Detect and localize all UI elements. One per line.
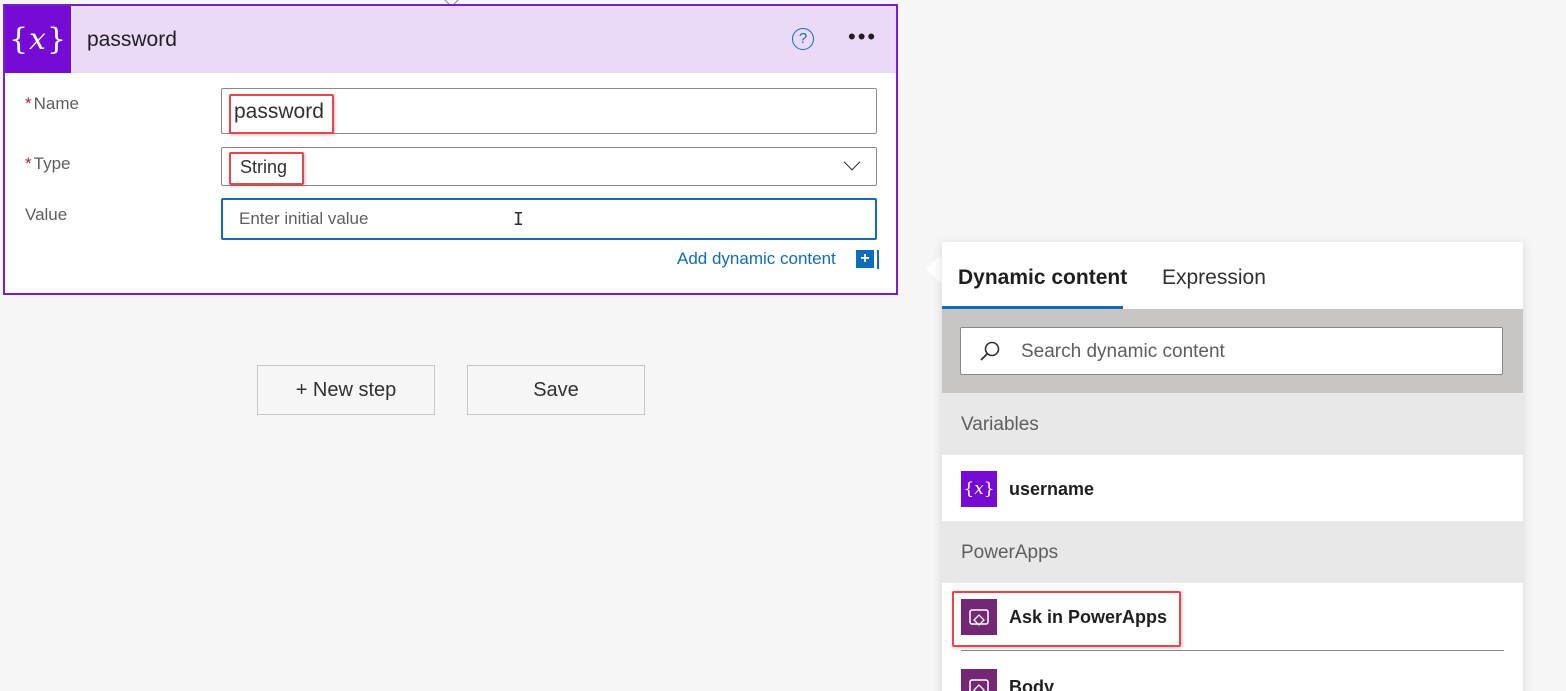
- add-icon[interactable]: +: [856, 250, 874, 268]
- add-dynamic-content-link[interactable]: Add dynamic content: [677, 249, 836, 269]
- list-item-username[interactable]: {x} username: [942, 455, 1523, 519]
- variable-icon: {x}: [961, 471, 997, 507]
- search-box[interactable]: [960, 327, 1503, 376]
- tab-expression[interactable]: Expression: [1162, 266, 1266, 290]
- help-icon[interactable]: ?: [792, 28, 814, 50]
- item-label: Body: [1009, 677, 1054, 691]
- list-item-body[interactable]: Body: [942, 653, 1523, 691]
- divider: [961, 650, 1504, 651]
- dynamic-content-panel: Dynamic content Expression Variables {x}…: [942, 242, 1523, 691]
- section-title: PowerApps: [961, 542, 1059, 563]
- text-cursor-icon: I: [513, 209, 524, 230]
- required-mark: *: [25, 154, 32, 173]
- item-label: Ask in PowerApps: [1009, 607, 1168, 627]
- powerapps-icon: [961, 669, 997, 691]
- search-area: [942, 309, 1523, 393]
- card-header[interactable]: {x} password ? •••: [5, 6, 896, 73]
- tab-dynamic-content[interactable]: Dynamic content: [958, 266, 1127, 290]
- value-field[interactable]: I: [221, 198, 877, 240]
- type-label-text: Type: [33, 154, 71, 173]
- variable-icon: {x}: [5, 6, 71, 73]
- item-label: username: [1009, 479, 1095, 499]
- value-label: Value: [25, 205, 68, 224]
- name-field-value: password: [234, 100, 324, 123]
- divider: [877, 250, 879, 269]
- section-header-variables[interactable]: Variables: [942, 393, 1523, 455]
- section-title: Variables: [961, 414, 1039, 435]
- more-options-icon[interactable]: •••: [848, 26, 877, 48]
- new-step-button[interactable]: + New step: [257, 365, 435, 415]
- value-input[interactable]: [223, 200, 875, 238]
- list-item-ask-in-powerapps[interactable]: Ask in PowerApps: [942, 583, 1523, 647]
- search-input[interactable]: [1019, 328, 1493, 376]
- powerapps-glyph: [969, 609, 989, 626]
- chevron-down-icon[interactable]: [843, 153, 861, 171]
- powerapps-glyph: [969, 679, 989, 691]
- flow-designer-canvas: {x} password ? ••• * Name password * Type …: [0, 0, 1566, 691]
- powerapps-icon: [961, 599, 997, 635]
- save-button[interactable]: Save: [467, 365, 645, 415]
- type-label: * Type: [25, 154, 70, 174]
- name-label-text: Name: [33, 94, 79, 113]
- name-label: * Name: [25, 94, 79, 114]
- panel-pointer: [926, 253, 943, 285]
- section-header-powerapps[interactable]: PowerApps: [942, 521, 1523, 583]
- card-title[interactable]: password: [87, 28, 177, 52]
- initialize-variable-card: {x} password ? ••• * Name password * Type …: [3, 4, 898, 295]
- search-icon: [980, 341, 1000, 361]
- type-dropdown-value: String: [240, 157, 288, 177]
- type-dropdown[interactable]: String: [221, 147, 877, 186]
- required-mark: *: [25, 94, 32, 113]
- name-field[interactable]: password: [221, 88, 877, 134]
